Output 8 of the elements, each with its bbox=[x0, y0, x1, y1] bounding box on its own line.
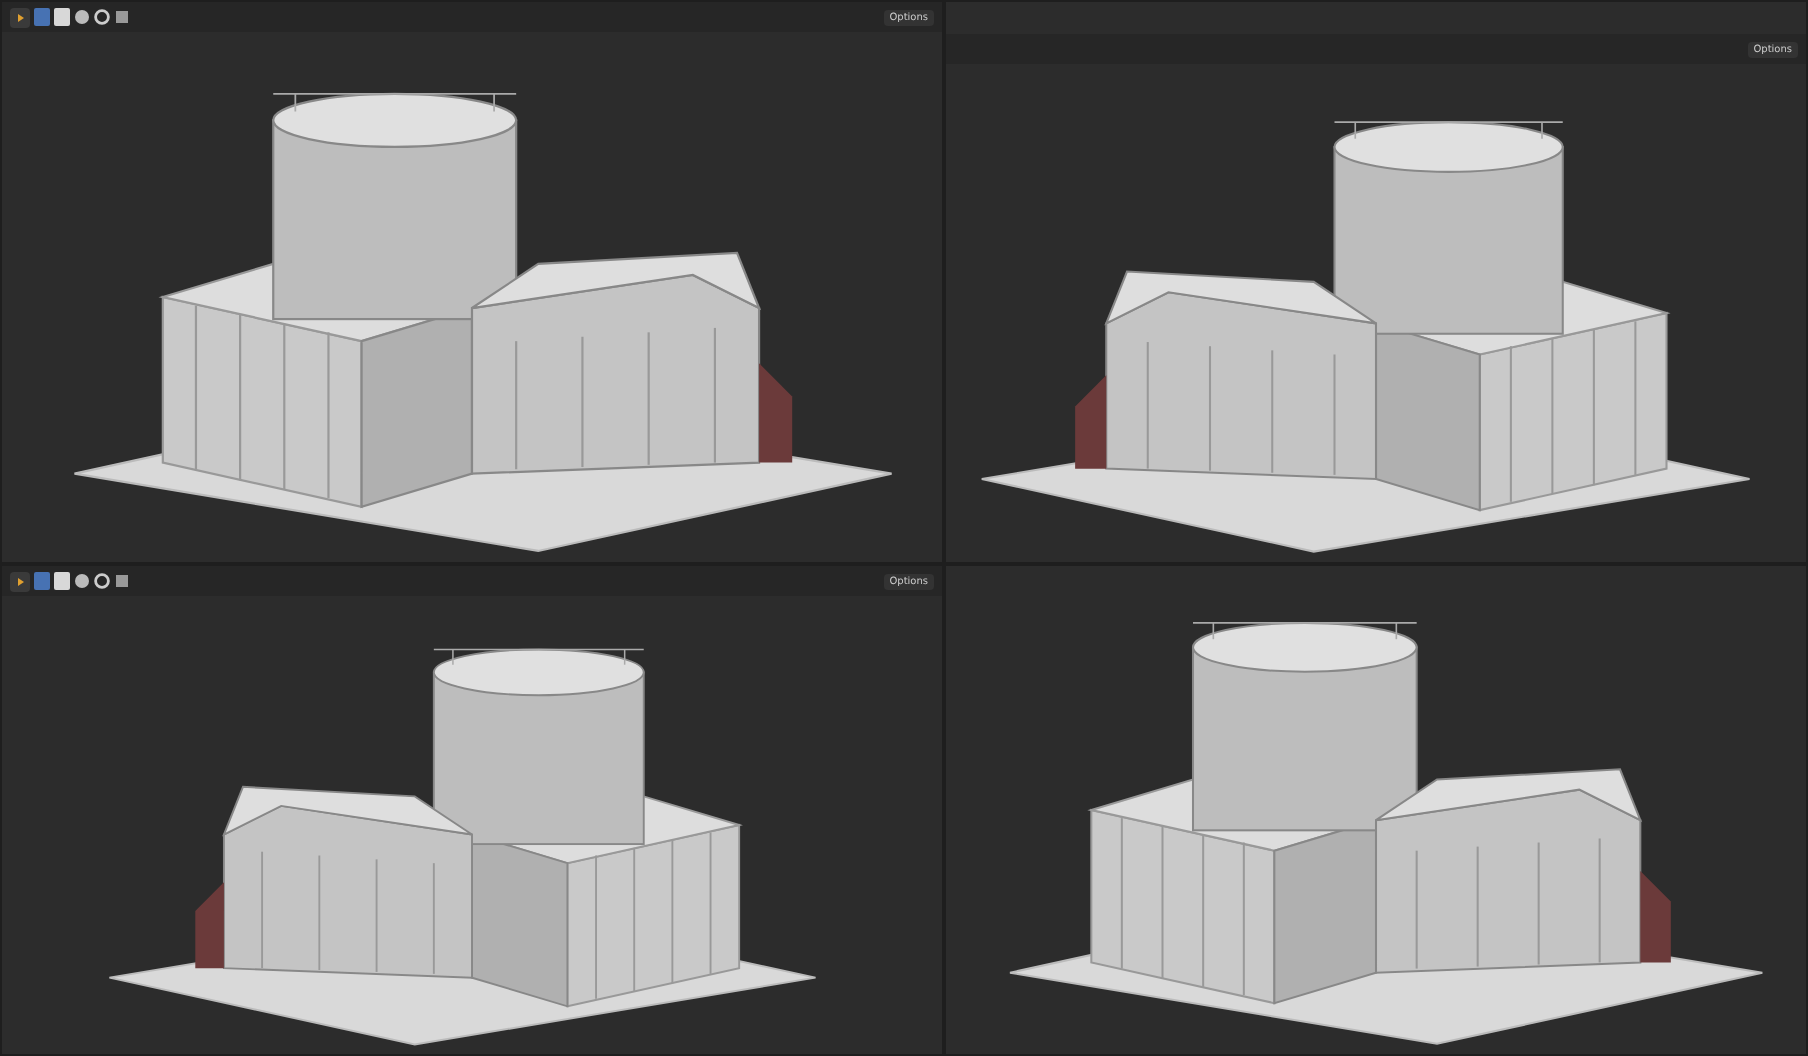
sphere-icon[interactable] bbox=[74, 572, 90, 590]
play-icon[interactable] bbox=[10, 571, 30, 591]
circle-icon[interactable] bbox=[94, 572, 110, 590]
play-icon[interactable] bbox=[10, 7, 30, 27]
square-icon[interactable] bbox=[114, 572, 130, 590]
sphere-icon[interactable] bbox=[74, 8, 90, 26]
square-icon[interactable] bbox=[114, 8, 130, 26]
circle-icon[interactable] bbox=[94, 8, 110, 26]
